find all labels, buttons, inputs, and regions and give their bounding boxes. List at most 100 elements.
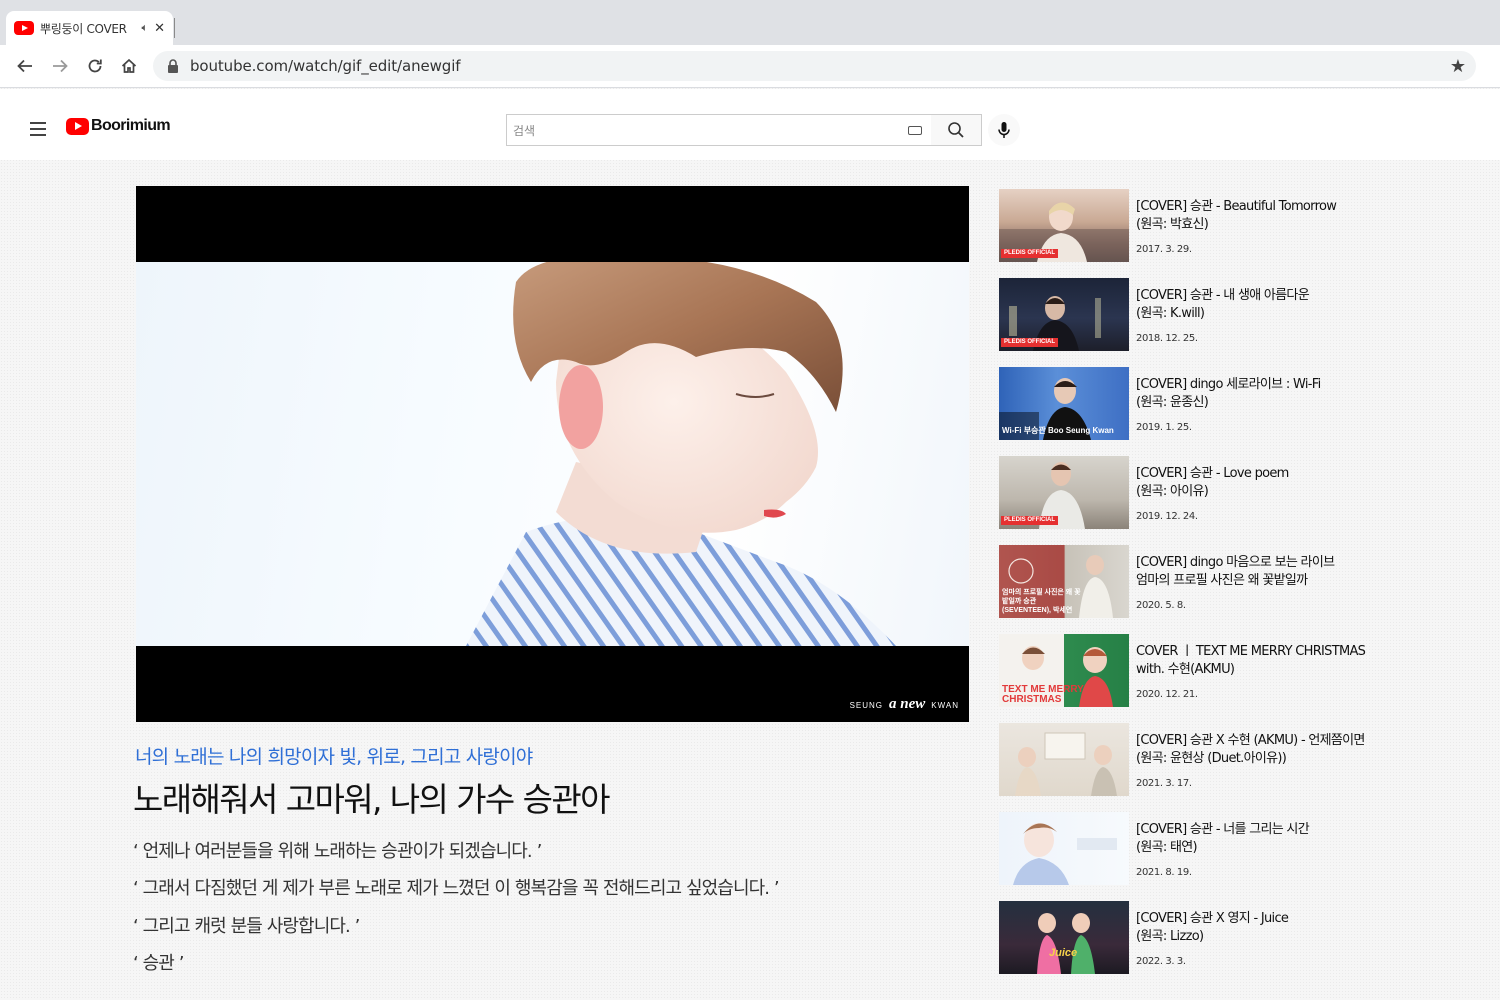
lock-icon xyxy=(168,59,178,73)
related-video-item[interactable]: [COVER] 승관 - 너를 그리는 시간 (원곡: 태연) 2021. 8.… xyxy=(999,812,1399,901)
video-thumbnail[interactable]: PLEDIS OFFICIAL xyxy=(999,456,1129,529)
site-header: Boorimium 검색 xyxy=(0,89,1500,160)
related-video-title[interactable]: COVER ㅣ TEXT ME MERRY CHRISTMAS with. 수현… xyxy=(1136,643,1396,679)
related-video-title[interactable]: [COVER] 승관 - 내 생애 아름다운 (원곡: K.will) xyxy=(1136,287,1396,323)
channel-badge: PLEDIS OFFICIAL xyxy=(1001,338,1058,347)
keyboard-icon[interactable] xyxy=(908,125,922,135)
description-line: ‘ 그리고 캐럿 분들 사랑합니다. ’ xyxy=(133,915,360,937)
video-thumbnail[interactable]: 엄마의 프로필 사진은 왜 꽃밭일까 승관 (SEVENTEEN), 박세연 xyxy=(999,545,1129,618)
description-line: ‘ 그래서 다짐했던 게 제가 부른 노래로 제가 느꼈던 이 행복감을 꼭 전… xyxy=(133,878,780,900)
logo-text: Boorimium xyxy=(91,117,171,134)
title-line: (원곡: 박효신) xyxy=(1136,217,1209,232)
browser-toolbar: boutube.com/watch/gif_edit/anewgif ★ xyxy=(0,45,1500,88)
thumbnail-overlay-text: Juice xyxy=(1049,947,1078,959)
related-videos: PLEDIS OFFICIAL [COVER] 승관 - Beautiful T… xyxy=(999,189,1399,990)
watermark-left: SEUNG xyxy=(849,701,884,710)
title-line: [COVER] 승관 X 영지 - Juice xyxy=(1136,911,1289,926)
video-watermark: SEUNG a new KWAN xyxy=(850,696,959,713)
browser-tabstrip: 뿌링둥이 COVER 🔈︎ ✕ xyxy=(0,0,1500,45)
description-line: ‘ 승관 ’ xyxy=(133,952,185,974)
related-video-item[interactable]: TEXT ME MERRY CHRISTMAS COVER ㅣ TEXT ME … xyxy=(999,634,1399,723)
site-logo[interactable]: Boorimium xyxy=(66,117,171,135)
forward-icon[interactable] xyxy=(47,53,73,79)
channel-badge: PLEDIS OFFICIAL xyxy=(1001,516,1058,525)
related-video-title[interactable]: [COVER] 승관 X 영지 - Juice (원곡: Lizzo) xyxy=(1136,910,1396,946)
video-thumbnail[interactable]: TEXT ME MERRY CHRISTMAS xyxy=(999,634,1129,707)
search-placeholder: 검색 xyxy=(513,123,536,138)
video-thumbnail[interactable] xyxy=(999,723,1129,796)
title-line: (원곡: 태연) xyxy=(1136,840,1198,855)
reload-icon[interactable] xyxy=(82,53,108,79)
upload-date: 2019. 1. 25. xyxy=(1136,422,1192,433)
watermark-right: KWAN xyxy=(931,701,959,710)
thumbnail-overlay-text: 엄마의 프로필 사진은 왜 꽃밭일까 승관 (SEVENTEEN), 박세연 xyxy=(1002,589,1081,614)
video-thumbnail[interactable] xyxy=(999,812,1129,885)
close-icon[interactable]: ✕ xyxy=(154,21,165,36)
watermark-center: a new xyxy=(889,696,926,712)
related-video-title[interactable]: [COVER] 승관 X 수현 (AKMU) - 언제쯤이면 (원곡: 윤현상 … xyxy=(1136,732,1396,768)
video-title: 노래해줘서 고마워, 나의 가수 승관아 xyxy=(133,780,610,819)
title-line: [COVER] 승관 - Beautiful Tomorrow xyxy=(1136,199,1337,214)
search-input[interactable]: 검색 xyxy=(506,114,932,146)
upload-date: 2018. 12. 25. xyxy=(1136,333,1198,344)
related-video-item[interactable]: Juice [COVER] 승관 X 영지 - Juice (원곡: Lizzo… xyxy=(999,901,1399,990)
star-icon[interactable]: ★ xyxy=(1450,56,1466,77)
title-line: [COVER] dingo 마음으로 보는 라이브 xyxy=(1136,555,1335,570)
thumbnail-overlay-text: Wi-Fi 부승관 Boo Seung Kwan xyxy=(1002,426,1114,435)
upload-date: 2022. 3. 3. xyxy=(1136,956,1186,967)
title-line: COVER ㅣ TEXT ME MERRY CHRISTMAS xyxy=(1136,644,1366,659)
related-video-title[interactable]: [COVER] dingo 세로라이브 : Wi-Fi (원곡: 윤종신) xyxy=(1136,376,1396,412)
voice-search-button[interactable] xyxy=(988,114,1020,146)
upload-date: 2019. 12. 24. xyxy=(1136,511,1198,522)
search-icon xyxy=(948,122,964,138)
title-line: [COVER] 승관 - 내 생애 아름다운 xyxy=(1136,288,1310,303)
upload-date: 2021. 8. 19. xyxy=(1136,867,1192,878)
related-video-title[interactable]: [COVER] 승관 - Love poem (원곡: 아이유) xyxy=(1136,465,1396,501)
related-video-item[interactable]: Wi-Fi 부승관 Boo Seung Kwan [COVER] dingo 세… xyxy=(999,367,1399,456)
video-frame xyxy=(136,262,969,646)
home-icon[interactable] xyxy=(116,53,142,79)
title-line: 엄마의 프로필 사진은 왜 꽃밭일까 xyxy=(1136,573,1308,588)
related-video-item[interactable]: 엄마의 프로필 사진은 왜 꽃밭일까 승관 (SEVENTEEN), 박세연 [… xyxy=(999,545,1399,634)
tab-divider xyxy=(174,18,175,38)
related-video-title[interactable]: [COVER] 승관 - Beautiful Tomorrow (원곡: 박효신… xyxy=(1136,198,1396,234)
related-video-item[interactable]: PLEDIS OFFICIAL [COVER] 승관 - Love poem (… xyxy=(999,456,1399,545)
menu-icon[interactable] xyxy=(30,122,46,140)
upload-date: 2020. 12. 21. xyxy=(1136,689,1198,700)
youtube-icon xyxy=(66,117,89,135)
title-line: (원곡: Lizzo) xyxy=(1136,929,1204,944)
related-video-title[interactable]: [COVER] 승관 - 너를 그리는 시간 (원곡: 태연) xyxy=(1136,821,1396,857)
related-video-item[interactable]: [COVER] 승관 X 수현 (AKMU) - 언제쯤이면 (원곡: 윤현상 … xyxy=(999,723,1399,812)
video-thumbnail[interactable]: Wi-Fi 부승관 Boo Seung Kwan xyxy=(999,367,1129,440)
speaker-icon[interactable]: 🔈︎ xyxy=(141,21,148,35)
video-player[interactable]: SEUNG a new KWAN xyxy=(136,186,969,722)
youtube-icon xyxy=(14,21,34,35)
address-bar[interactable]: boutube.com/watch/gif_edit/anewgif ★ xyxy=(153,51,1476,81)
thumbnail-overlay-text: TEXT ME MERRY CHRISTMAS xyxy=(1002,684,1084,705)
title-line: with. 수현(AKMU) xyxy=(1136,662,1235,677)
video-subtitle: 너의 노래는 나의 희망이자 빛, 위로, 그리고 사랑이야 xyxy=(135,746,533,768)
singer-portrait xyxy=(466,262,896,646)
upload-date: 2017. 3. 29. xyxy=(1136,244,1192,255)
tab-title: 뿌링둥이 COVER xyxy=(40,21,127,36)
title-line: [COVER] 승관 - 너를 그리는 시간 xyxy=(1136,822,1310,837)
related-video-item[interactable]: PLEDIS OFFICIAL [COVER] 승관 - Beautiful T… xyxy=(999,189,1399,278)
title-line: (원곡: 윤종신) xyxy=(1136,395,1209,410)
video-thumbnail[interactable]: PLEDIS OFFICIAL xyxy=(999,189,1129,262)
channel-badge: PLEDIS OFFICIAL xyxy=(1001,249,1058,258)
video-thumbnail[interactable]: Juice xyxy=(999,901,1129,974)
search-button[interactable] xyxy=(931,114,982,146)
title-line: (원곡: 윤현상 (Duet.아이유)) xyxy=(1136,751,1287,766)
related-video-title[interactable]: [COVER] dingo 마음으로 보는 라이브 엄마의 프로필 사진은 왜 … xyxy=(1136,554,1396,590)
mic-icon xyxy=(998,122,1010,138)
title-line: [COVER] 승관 X 수현 (AKMU) - 언제쯤이면 xyxy=(1136,733,1365,748)
url-text: boutube.com/watch/gif_edit/anewgif xyxy=(190,57,461,75)
related-video-item[interactable]: PLEDIS OFFICIAL [COVER] 승관 - 내 생애 아름다운 (… xyxy=(999,278,1399,367)
title-line: (원곡: K.will) xyxy=(1136,306,1205,321)
title-line: [COVER] dingo 세로라이브 : Wi-Fi xyxy=(1136,377,1321,392)
title-line: [COVER] 승관 - Love poem xyxy=(1136,466,1289,481)
upload-date: 2020. 5. 8. xyxy=(1136,600,1186,611)
back-icon[interactable] xyxy=(12,53,38,79)
browser-tab[interactable]: 뿌링둥이 COVER 🔈︎ ✕ xyxy=(6,11,173,45)
video-thumbnail[interactable]: PLEDIS OFFICIAL xyxy=(999,278,1129,351)
